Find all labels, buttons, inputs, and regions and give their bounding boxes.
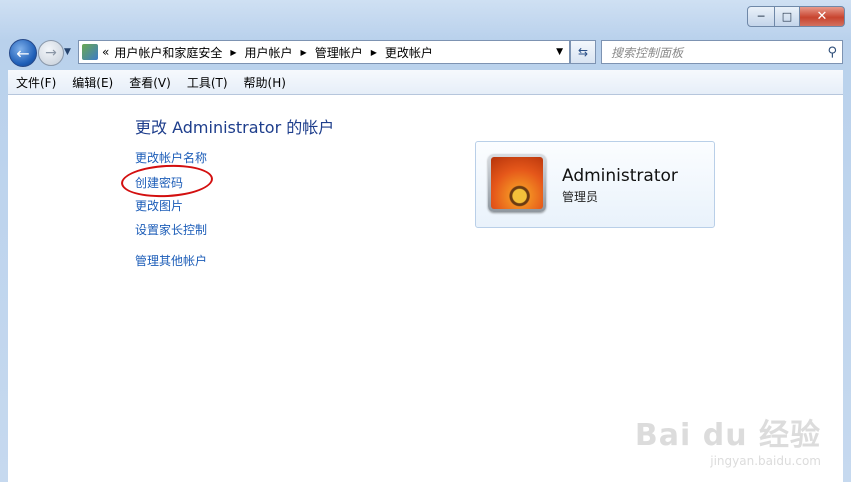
parental-controls-link[interactable]: 设置家长控制 — [135, 221, 207, 238]
window-frame: ─ □ ✕ ← → ▼ « 用户帐户和家庭安全 ▶ 用户帐户 ▶ 管理帐户 ▶ … — [0, 0, 851, 482]
account-name: Administrator — [562, 166, 678, 186]
minimize-icon: ─ — [757, 10, 765, 23]
back-arrow-icon: ← — [16, 43, 30, 63]
change-picture-link[interactable]: 更改图片 — [135, 197, 183, 214]
menu-view[interactable]: 查看(V) — [121, 74, 179, 91]
address-overflow-chevron[interactable]: « — [102, 45, 109, 59]
maximize-icon: □ — [781, 10, 793, 23]
minimize-button[interactable]: ─ — [747, 6, 775, 27]
breadcrumb-manage-accounts[interactable]: 管理帐户 — [315, 44, 363, 61]
refresh-button[interactable]: ⇆ — [570, 40, 596, 64]
address-bar[interactable]: « 用户帐户和家庭安全 ▶ 用户帐户 ▶ 管理帐户 ▶ 更改帐户 ▼ — [78, 40, 570, 64]
address-dropdown-icon[interactable]: ▼ — [556, 47, 563, 57]
breadcrumb-separator-icon[interactable]: ▶ — [230, 48, 236, 57]
window-controls: ─ □ ✕ — [747, 6, 845, 27]
close-icon: ✕ — [816, 9, 828, 24]
search-box[interactable]: 搜索控制面板 ⚲ — [601, 40, 843, 64]
menu-edit[interactable]: 编辑(E) — [64, 74, 121, 91]
menu-bar: 文件(F) 编辑(E) 查看(V) 工具(T) 帮助(H) — [8, 70, 843, 95]
watermark-brand: Bai du 经验 — [634, 418, 821, 453]
forward-button[interactable]: → — [38, 40, 64, 66]
watermark-url: jingyan.baidu.com — [710, 454, 821, 468]
back-button[interactable]: ← — [9, 39, 37, 67]
refresh-icon: ⇆ — [577, 45, 589, 59]
menu-help[interactable]: 帮助(H) — [236, 74, 294, 91]
maximize-button[interactable]: □ — [775, 6, 800, 27]
breadcrumb-user-accounts[interactable]: 用户帐户 — [245, 44, 293, 61]
menu-tools[interactable]: 工具(T) — [179, 74, 236, 91]
breadcrumb-separator-icon[interactable]: ▶ — [371, 48, 377, 57]
change-account-name-link[interactable]: 更改帐户名称 — [135, 149, 207, 166]
content-pane: 更改 Administrator 的帐户 更改帐户名称 创建密码 更改图片 设置… — [8, 95, 843, 482]
flower-picture-icon — [491, 157, 543, 209]
recent-pages-dropdown[interactable]: ▼ — [64, 47, 71, 57]
account-role: 管理员 — [562, 190, 599, 204]
page-title: 更改 Administrator 的帐户 — [135, 118, 335, 137]
avatar — [488, 154, 546, 212]
menu-file[interactable]: 文件(F) — [8, 74, 64, 91]
navigation-bar: ← → ▼ « 用户帐户和家庭安全 ▶ 用户帐户 ▶ 管理帐户 ▶ 更改帐户 ▼… — [0, 34, 851, 68]
search-icon[interactable]: ⚲ — [827, 45, 837, 60]
control-panel-icon — [82, 44, 98, 60]
manage-other-accounts-link[interactable]: 管理其他帐户 — [135, 252, 207, 269]
breadcrumb-change-account[interactable]: 更改帐户 — [385, 44, 433, 61]
search-input[interactable]: 搜索控制面板 — [611, 44, 683, 61]
watermark: Bai du 经验 jingyan.baidu.com — [635, 410, 821, 468]
forward-arrow-icon: → — [45, 45, 57, 61]
breadcrumb-separator-icon[interactable]: ▶ — [301, 48, 307, 57]
annotation-circle — [120, 162, 214, 200]
account-card: Administrator 管理员 — [475, 141, 715, 228]
breadcrumb-user-accounts-family-safety[interactable]: 用户帐户和家庭安全 — [114, 44, 222, 61]
close-button[interactable]: ✕ — [800, 6, 845, 27]
title-bar[interactable]: ─ □ ✕ — [0, 0, 851, 34]
